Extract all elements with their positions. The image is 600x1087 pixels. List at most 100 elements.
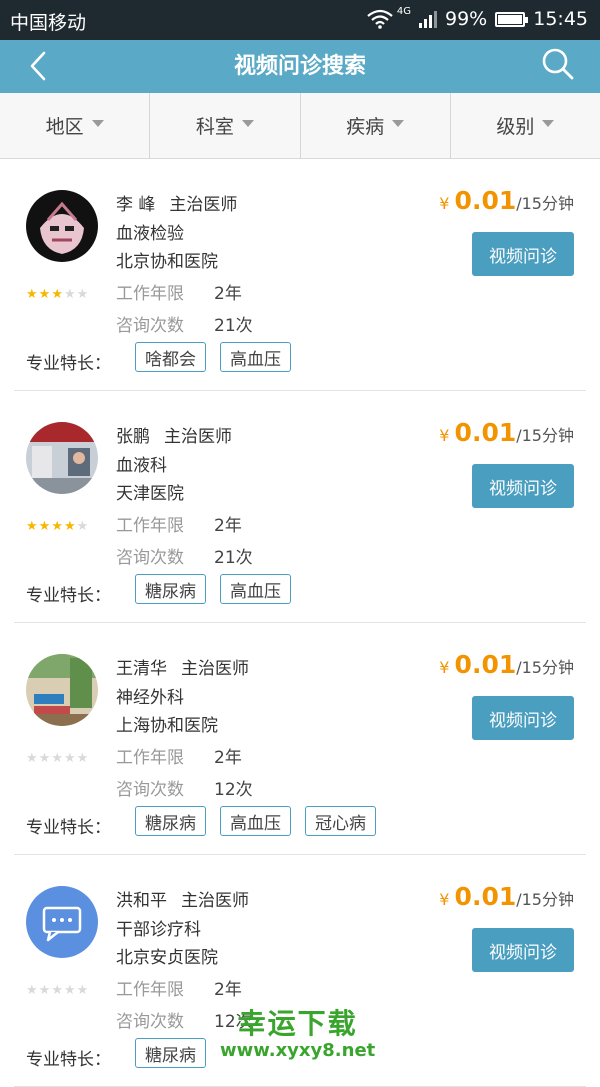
star-icon: ★ xyxy=(51,519,63,534)
doctor-hospital: 上海协和医院 xyxy=(116,716,218,736)
work-years-label: 工作年限 xyxy=(116,516,184,536)
watermark: 幸运下载 www.xyxy8.net xyxy=(220,1002,375,1061)
specialty-tags: 啥都会 高血压 xyxy=(135,342,291,372)
doctor-department: 干部诊疗科 xyxy=(116,920,201,940)
star-icon: ★ xyxy=(26,751,38,766)
consult-count-label: 咨询次数 xyxy=(116,548,184,568)
currency-symbol: ¥ xyxy=(439,658,450,677)
avatar-photo xyxy=(26,422,98,494)
carrier-label: 中国移动 xyxy=(10,12,87,34)
doctor-name-line: 张鹏 主治医师 xyxy=(116,422,232,447)
consult-count-value: 21次 xyxy=(214,316,253,336)
filter-label: 级别 xyxy=(496,116,535,138)
signal-icon xyxy=(419,10,437,28)
star-icon: ★ xyxy=(38,751,51,766)
price: ¥ 0.01/15分钟 xyxy=(439,882,574,911)
caret-down-icon xyxy=(542,120,555,127)
filter-level[interactable]: 级别 xyxy=(451,93,600,158)
doctor-hospital: 北京安贞医院 xyxy=(116,948,218,968)
specialty-tag[interactable]: 糖尿病 xyxy=(135,806,206,836)
specialty-tag[interactable]: 糖尿病 xyxy=(135,574,206,604)
doctor-card[interactable]: ★ ★ ★ ★ ★ 王清华 主治医师 神经外科 上海协和医院 工作年限 2年 咨询次数 12次 ¥ 0.0… xyxy=(14,622,586,855)
watermark-url: www.xyxy8.net xyxy=(220,1040,376,1061)
price: ¥ 0.01/15分钟 xyxy=(439,418,574,447)
doctor-title: 主治医师 xyxy=(169,195,238,215)
star-icon: ★ xyxy=(38,287,51,302)
specialty-tags: 糖尿病 xyxy=(135,1038,206,1068)
status-bar: 中国移动 4G 99% 15:45 xyxy=(0,0,600,40)
currency-symbol: ¥ xyxy=(439,194,450,213)
specialty-tags: 糖尿病 高血压 xyxy=(135,574,291,604)
doctor-name: 张鹏 xyxy=(116,427,150,447)
filter-label: 地区 xyxy=(45,116,84,138)
star-icon: ★ xyxy=(63,287,76,302)
work-years-value: 2年 xyxy=(214,980,242,1000)
video-consult-button[interactable]: 视频问诊 xyxy=(472,696,574,740)
wifi-icon xyxy=(367,9,393,29)
caret-down-icon xyxy=(241,120,254,127)
doctor-name: 李 峰 xyxy=(116,195,156,215)
work-years-label: 工作年限 xyxy=(116,284,184,304)
star-icon: ★ xyxy=(63,983,76,998)
work-years-label: 工作年限 xyxy=(116,980,184,1000)
doctor-department: 血液科 xyxy=(116,456,167,476)
specialty-tag[interactable]: 冠心病 xyxy=(305,806,376,836)
specialty-label: 专业特长： xyxy=(26,354,111,374)
filter-bar: 地区 科室 疾病 级别 xyxy=(0,93,600,159)
rating-stars: ★ ★ ★ ★ ★ xyxy=(26,520,88,533)
avatar-mask xyxy=(26,190,98,262)
doctor-name-line: 李 峰主治医师 xyxy=(116,190,237,215)
avatar-placeholder-chat-icon xyxy=(26,886,98,958)
specialty-label: 专业特长： xyxy=(26,818,111,838)
star-icon: ★ xyxy=(26,983,38,998)
filter-region[interactable]: 地区 xyxy=(0,93,151,158)
doctor-card[interactable]: ★ ★ ★ ★ ★ 李 峰主治医师 血液检验 北京协和医院 工作年限 2年 咨询次数 21次 ¥ 0.0… xyxy=(14,158,586,391)
currency-symbol: ¥ xyxy=(439,890,450,909)
video-consult-button[interactable]: 视频问诊 xyxy=(472,928,574,972)
consult-count-label: 咨询次数 xyxy=(116,1012,184,1032)
specialty-tag[interactable]: 高血压 xyxy=(220,806,291,836)
specialty-tag[interactable]: 啥都会 xyxy=(135,342,206,372)
star-icon: ★ xyxy=(51,751,63,766)
work-years-value: 2年 xyxy=(214,516,242,536)
specialty-label: 专业特长： xyxy=(26,1050,111,1070)
price-unit: /15分钟 xyxy=(516,890,574,909)
header-bar: 视频问诊搜索 xyxy=(0,40,600,93)
rating-stars: ★ ★ ★ ★ ★ xyxy=(26,984,88,997)
consult-count-value: 12次 xyxy=(214,780,253,800)
search-icon[interactable] xyxy=(540,46,576,82)
filter-disease[interactable]: 疾病 xyxy=(301,93,451,158)
star-icon: ★ xyxy=(26,519,38,534)
star-icon: ★ xyxy=(38,983,51,998)
price: ¥ 0.01/15分钟 xyxy=(439,650,574,679)
clock: 15:45 xyxy=(533,8,588,30)
specialty-tag[interactable]: 高血压 xyxy=(220,574,291,604)
doctor-card[interactable]: ★ ★ ★ ★ ★ 张鹏 主治医师血液科天津医院工作年限 2年咨询次数 21次 ¥ 0.01/15… xyxy=(14,390,586,623)
doctor-department: 神经外科 xyxy=(116,688,184,708)
doctor-title: 主治医师 xyxy=(181,891,249,911)
avatar-photo xyxy=(26,654,98,726)
doctor-name: 洪和平 xyxy=(116,891,167,911)
star-icon: ★ xyxy=(76,983,89,998)
price-amount: 0.01 xyxy=(454,186,517,215)
price-unit: /15分钟 xyxy=(516,426,574,445)
specialty-tag[interactable]: 糖尿病 xyxy=(135,1038,206,1068)
caret-down-icon xyxy=(91,120,104,127)
video-consult-button[interactable]: 视频问诊 xyxy=(472,464,574,508)
star-icon: ★ xyxy=(63,751,76,766)
star-icon: ★ xyxy=(63,519,76,534)
battery-percent: 99% xyxy=(445,8,488,30)
watermark-title: 幸运下载 xyxy=(237,1007,358,1040)
consult-count-label: 咨询次数 xyxy=(116,780,184,800)
video-consult-button[interactable]: 视频问诊 xyxy=(472,232,574,276)
star-icon: ★ xyxy=(76,519,89,534)
doctor-hospital: 天津医院 xyxy=(116,484,184,504)
doctor-title: 主治医师 xyxy=(164,427,232,447)
star-icon: ★ xyxy=(26,287,38,302)
filter-label: 疾病 xyxy=(346,116,385,138)
specialty-tag[interactable]: 高血压 xyxy=(220,342,291,372)
star-icon: ★ xyxy=(76,287,89,302)
consult-count-value: 21次 xyxy=(214,548,253,568)
filter-department[interactable]: 科室 xyxy=(150,93,301,158)
price-unit: /15分钟 xyxy=(516,658,574,677)
